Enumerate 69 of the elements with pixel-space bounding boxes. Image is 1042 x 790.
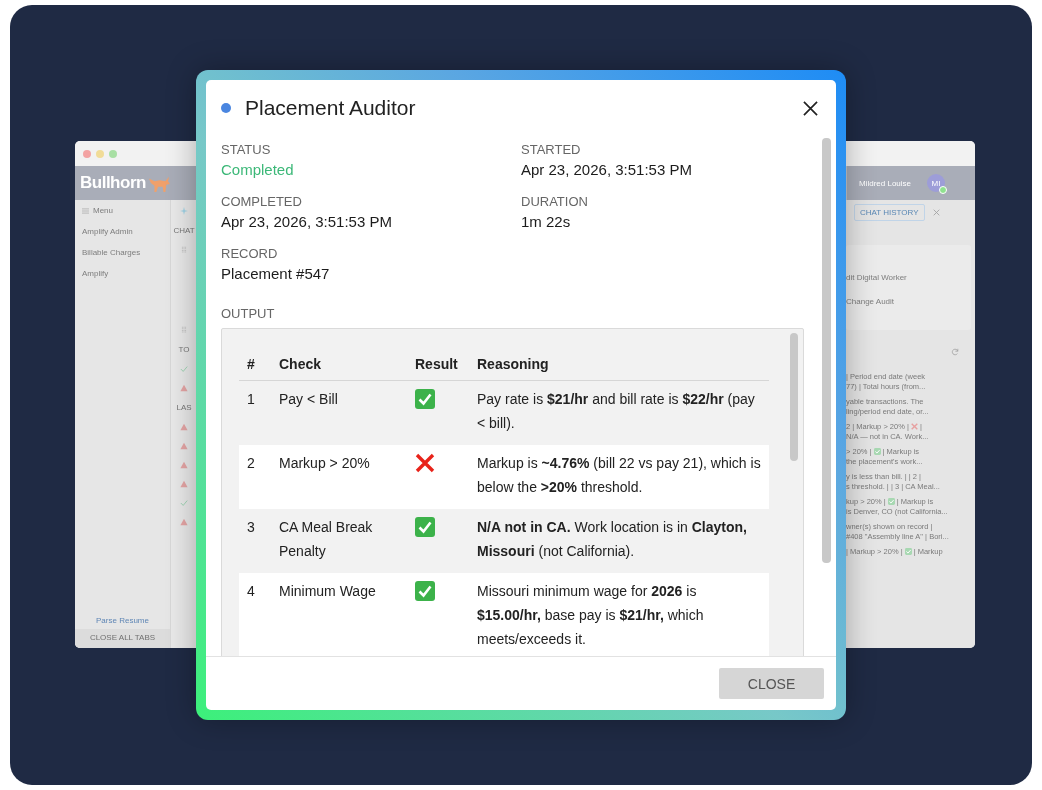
table-cell-text: Pay rate is $21/hr and bill rate is $22/hr (pay < bill). [477, 390, 756, 433]
table-cell-text: Markup is ~4.76% (bill 22 vs pay 21), which is below the >20% threshold. [477, 454, 762, 497]
chat-history-button[interactable]: CHAT HISTORY [854, 204, 925, 221]
field-value: Completed [221, 161, 295, 178]
close-button[interactable]: CLOSE [719, 668, 824, 699]
scrollbar-thumb[interactable] [790, 333, 798, 461]
sidebar-item[interactable]: Amplify Admin [75, 221, 170, 242]
menu-icon[interactable] [82, 207, 89, 214]
field-label: STATUS [221, 142, 272, 157]
warning-icon [180, 423, 188, 431]
table-cell-text: Pay < Bill [279, 390, 339, 409]
table-cell-text: CA Meal Break Penalty [279, 518, 374, 561]
logo: Bullhorn [80, 173, 146, 193]
column-header: # [247, 355, 256, 374]
table-cell-text: 2 [247, 454, 256, 473]
check-icon [180, 365, 188, 373]
parse-resume-link[interactable]: Parse Resume [75, 612, 170, 629]
close-all-tabs-button[interactable]: CLOSE ALL TABS [75, 629, 170, 648]
table-cell-text: Markup > 20% [279, 454, 371, 473]
digital-worker-name[interactable]: Change Audit [846, 297, 967, 306]
table-cell-text: Missouri minimum wage for 2026 is $15.00/hr, base pay is $21/hr, which meets/exceeds it. [477, 582, 705, 649]
section-label: CHAT [173, 226, 195, 235]
check-icon [887, 498, 895, 505]
close-icon[interactable] [803, 100, 818, 116]
table-cell-text: Minimum Wage [279, 582, 377, 601]
warning-icon [180, 480, 188, 488]
refresh-icon[interactable] [951, 348, 959, 356]
table-cell-text: 1 [247, 390, 256, 409]
drag-handle-icon[interactable] [180, 246, 188, 254]
column-header: Reasoning [477, 355, 550, 374]
field-value: 1m 22s [521, 213, 572, 230]
field-value: Apr 23, 2026, 3:51:53 PM [521, 161, 693, 178]
field-value: Apr 23, 2026, 3:51:53 PM [221, 213, 393, 230]
warning-icon [180, 518, 188, 526]
warning-icon [180, 442, 188, 450]
check-icon [873, 448, 881, 455]
warning-icon [180, 461, 188, 469]
status-dot-icon [221, 103, 231, 113]
sparkle-icon [180, 207, 188, 215]
column-header: Check [279, 355, 323, 374]
table-cell-text: N/A not in CA. Work location is in Clayton, Missouri (not California). [477, 518, 748, 561]
field-label: STARTED [521, 142, 582, 157]
user-name: Mildred Louise [859, 178, 912, 188]
user-avatar[interactable]: MI [927, 174, 946, 192]
menu-label[interactable]: Menu [93, 206, 113, 215]
scrollbar-thumb[interactable] [822, 138, 831, 563]
field-label: COMPLETED [221, 194, 303, 209]
minimize-window-icon[interactable] [96, 149, 104, 158]
column-header: Result [415, 355, 459, 374]
online-status-icon [939, 186, 948, 194]
section-label: LAS [176, 403, 192, 412]
warning-icon [180, 384, 188, 392]
check-icon [904, 548, 912, 555]
digital-worker-name[interactable]: dit Digital Worker [846, 273, 967, 282]
cross-icon [910, 423, 918, 430]
table-cell-text: 4 [247, 582, 256, 601]
output-label: OUTPUT [221, 306, 276, 321]
field-value: Placement #547 [221, 265, 331, 282]
table-cell-text: 3 [247, 518, 256, 537]
drag-handle-icon[interactable] [180, 326, 188, 334]
field-label: DURATION [521, 194, 589, 209]
close-window-icon[interactable] [83, 149, 91, 158]
dialog-title: Placement Auditor [245, 96, 416, 120]
check-icon [180, 499, 188, 507]
field-label: RECORD [221, 246, 279, 261]
maximize-window-icon[interactable] [109, 149, 117, 158]
section-label: TO [178, 345, 190, 354]
sidebar-item[interactable]: Amplify [75, 263, 170, 284]
sidebar-item[interactable]: Billable Charges [75, 242, 170, 263]
